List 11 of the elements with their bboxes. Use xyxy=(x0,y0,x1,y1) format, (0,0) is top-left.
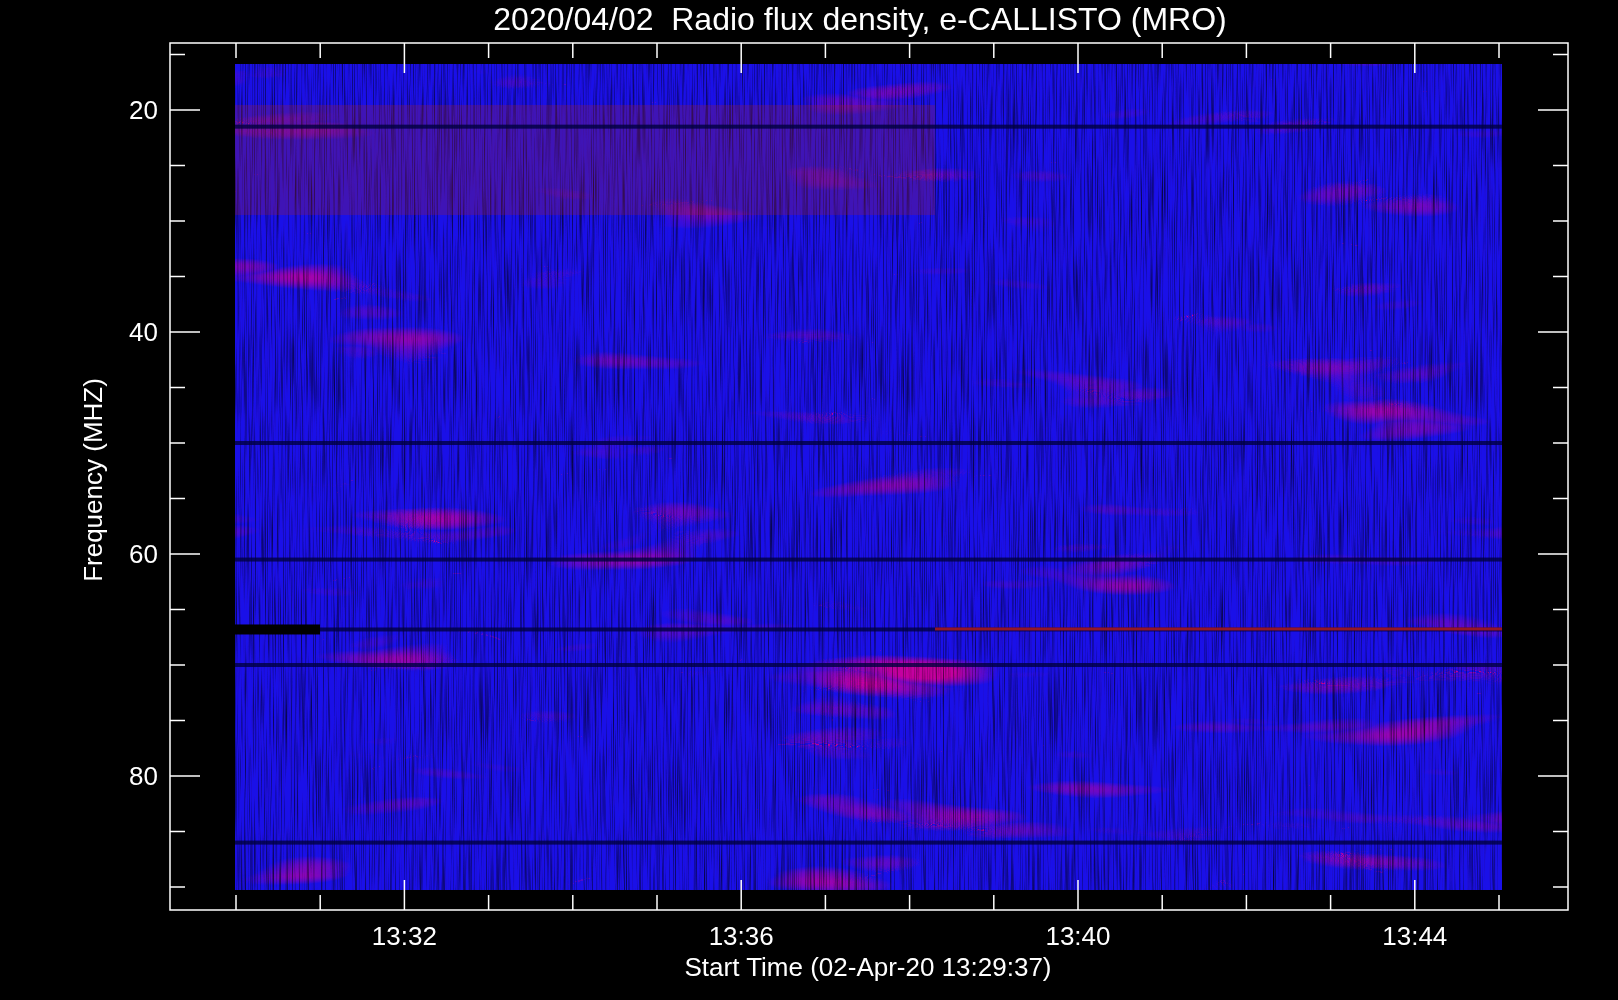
y-tick-label: 20 xyxy=(129,95,158,125)
chart-title: 2020/04/02 Radio flux density, e-CALLISTO (MRO) xyxy=(493,1,1227,37)
y-tick-label: 40 xyxy=(129,317,158,347)
x-axis-label: Start Time (02-Apr-20 13:29:37) xyxy=(684,952,1052,982)
x-tick-label: 13:36 xyxy=(708,921,774,951)
x-tick-label: 13:32 xyxy=(371,921,437,951)
x-tick-label: 13:40 xyxy=(1045,921,1111,951)
y-tick-label: 60 xyxy=(129,539,158,569)
y-axis-label: Frequency (MHZ) xyxy=(78,378,108,582)
x-tick-label: 13:44 xyxy=(1382,921,1448,951)
y-tick-label: 80 xyxy=(129,761,158,791)
